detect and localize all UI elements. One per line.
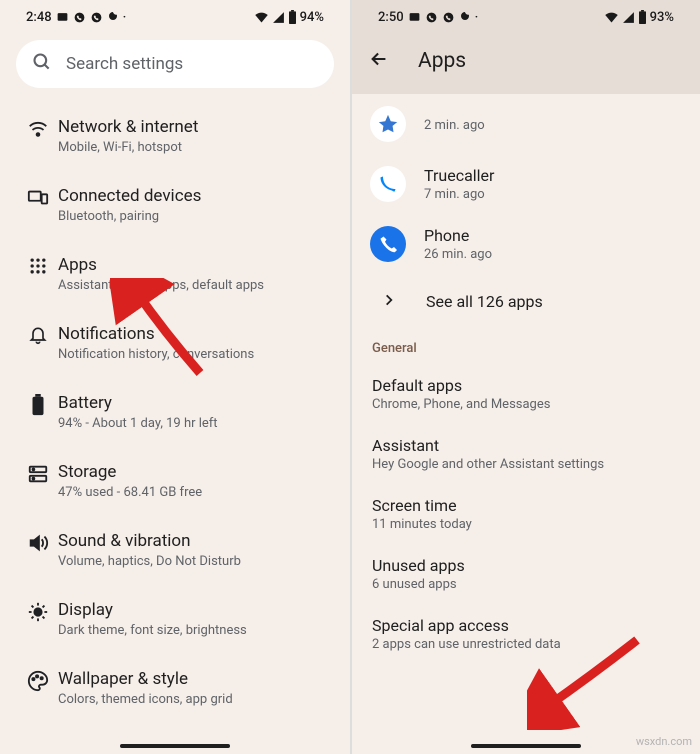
status-dot: · xyxy=(123,10,127,25)
recent-app-row[interactable]: 2 min. ago xyxy=(352,94,700,154)
search-placeholder: Search settings xyxy=(66,54,183,74)
general-item-special-access[interactable]: Special app access 2 apps can use unrest… xyxy=(352,604,700,664)
status-time: 2:50 xyxy=(378,10,404,25)
wifi-icon xyxy=(27,118,49,144)
apps-screen: 2:50 · 93% Apps xyxy=(350,0,700,754)
chevron-right-icon xyxy=(382,292,396,311)
message-icon xyxy=(56,11,69,24)
section-general: General xyxy=(352,333,700,364)
settings-item-storage[interactable]: Storage47% used - 68.41 GB free xyxy=(0,447,350,516)
settings-item-battery[interactable]: Battery94% - About 1 day, 19 hr left xyxy=(0,378,350,447)
settings-item-display[interactable]: DisplayDark theme, font size, brightness xyxy=(0,585,350,654)
nav-handle[interactable] xyxy=(120,744,230,748)
message-icon xyxy=(408,11,421,24)
recent-app-row[interactable]: Truecaller7 min. ago xyxy=(352,154,700,214)
search-settings[interactable]: Search settings xyxy=(16,40,334,88)
status-battery-pct: 94% xyxy=(300,10,324,25)
status-battery-pct: 93% xyxy=(650,10,674,25)
recent-app-row[interactable]: Phone26 min. ago xyxy=(352,214,700,274)
settings-item-network[interactable]: Network & internetMobile, Wi-Fi, hotspot xyxy=(0,102,350,171)
bell-icon xyxy=(28,325,48,349)
see-all-apps[interactable]: See all 126 apps xyxy=(352,274,700,333)
battery-status-icon xyxy=(638,10,647,24)
settings-item-apps[interactable]: AppsAssistant, recent apps, default apps xyxy=(0,240,350,309)
wifi-status-icon xyxy=(604,11,619,24)
app-icon-phone xyxy=(370,226,406,262)
settings-item-sound[interactable]: Sound & vibrationVolume, haptics, Do Not… xyxy=(0,516,350,585)
search-icon xyxy=(32,52,52,76)
status-time: 2:48 xyxy=(26,10,52,25)
display-icon xyxy=(27,601,49,627)
app-icon-truecaller xyxy=(370,166,406,202)
back-button[interactable] xyxy=(368,48,390,74)
status-bar: 2:48 · 94% xyxy=(0,0,350,34)
battery-icon xyxy=(31,394,45,420)
devices-icon xyxy=(27,187,49,213)
phone-status-icon xyxy=(73,11,86,24)
settings-item-wallpaper[interactable]: Wallpaper & styleColors, themed icons, a… xyxy=(0,654,350,723)
phone-status-icon-2 xyxy=(442,11,455,24)
general-item-unused-apps[interactable]: Unused apps 6 unused apps xyxy=(352,544,700,604)
phone-status-icon-2 xyxy=(90,11,103,24)
sound-icon xyxy=(27,532,49,558)
apps-icon xyxy=(28,256,48,280)
settings-item-notifications[interactable]: NotificationsNotification history, conve… xyxy=(0,309,350,378)
storage-icon xyxy=(27,463,49,489)
settings-list: Network & internetMobile, Wi-Fi, hotspot… xyxy=(0,96,350,723)
apps-header: 2:50 · 93% Apps xyxy=(352,0,700,94)
signal-icon xyxy=(622,11,635,24)
wifi-status-icon xyxy=(254,11,269,24)
palette-icon xyxy=(27,670,49,696)
watermark: wsxdn.com xyxy=(636,735,692,748)
general-item-screen-time[interactable]: Screen time 11 minutes today xyxy=(352,484,700,544)
settings-screen: 2:48 · 94% Search settings Network & int… xyxy=(0,0,350,754)
app-icon-generic xyxy=(370,106,406,142)
status-dot: · xyxy=(475,10,479,25)
signal-icon xyxy=(272,11,285,24)
apps-title: Apps xyxy=(418,49,466,73)
battery-status-icon xyxy=(288,10,297,24)
general-item-assistant[interactable]: Assistant Hey Google and other Assistant… xyxy=(352,424,700,484)
settings-item-connected[interactable]: Connected devicesBluetooth, pairing xyxy=(0,171,350,240)
dnd-icon xyxy=(107,11,119,23)
dnd-icon xyxy=(459,11,471,23)
nav-handle[interactable] xyxy=(471,744,581,748)
phone-status-icon xyxy=(425,11,438,24)
general-item-default-apps[interactable]: Default apps Chrome, Phone, and Messages xyxy=(352,364,700,424)
